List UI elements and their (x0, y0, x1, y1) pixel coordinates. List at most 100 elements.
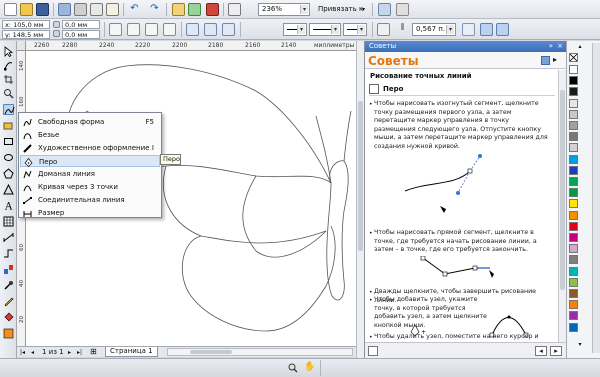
color-swatch[interactable] (569, 300, 578, 310)
polygon-tool-icon[interactable] (3, 168, 14, 179)
color-swatch[interactable] (569, 65, 578, 74)
open-folder-icon[interactable] (20, 3, 33, 16)
menu-item-dimension[interactable]: Размер (20, 207, 160, 219)
ruler-origin[interactable] (17, 41, 26, 51)
redo-icon[interactable]: ↷ (148, 3, 161, 16)
new-document-icon[interactable] (4, 3, 17, 16)
last-page-icon[interactable]: ▸| (77, 348, 82, 357)
color-swatch[interactable] (569, 154, 578, 164)
color-swatch[interactable] (569, 322, 578, 332)
menu-item-artistic-media[interactable]: Художественное оформление I (20, 142, 160, 154)
docker-header[interactable]: Советы » × (365, 41, 567, 52)
zoom-icon[interactable] (288, 363, 298, 373)
color-swatch[interactable] (569, 76, 578, 86)
cut-icon[interactable] (74, 3, 87, 16)
pick-tool-icon[interactable] (3, 46, 14, 58)
color-swatch[interactable] (569, 188, 578, 198)
color-swatch[interactable] (569, 109, 578, 119)
freehand-tool-icon[interactable] (3, 104, 15, 115)
docker-minimize-icon[interactable]: » (549, 41, 553, 52)
rectangle-tool-icon[interactable] (3, 136, 14, 147)
first-page-icon[interactable]: |◂ (20, 348, 25, 357)
import-file-icon[interactable] (172, 3, 185, 16)
menu-item-pen[interactable]: Перо (20, 155, 160, 167)
options-icon[interactable] (378, 3, 391, 16)
scroll-thumb[interactable] (358, 101, 363, 251)
color-swatch[interactable] (569, 221, 578, 231)
color-swatch[interactable] (569, 255, 578, 265)
forward-icon[interactable]: ▸ (550, 346, 562, 356)
color-swatch[interactable] (569, 289, 578, 298)
close-icon[interactable]: × (557, 41, 563, 52)
application-launcher-icon[interactable] (396, 3, 409, 16)
x-position-field[interactable]: x: 105,0 мм (2, 20, 50, 29)
eyedropper-tool-icon[interactable] (3, 280, 14, 291)
outline-width-combo[interactable]: 0,567 п. ▾ (412, 23, 456, 36)
snap-to-label[interactable]: Привязать к (318, 5, 363, 14)
scroll-thumb[interactable] (560, 90, 565, 290)
zoom-tool-icon[interactable] (3, 88, 14, 99)
menu-item-connector[interactable]: Соединительная линия (20, 194, 160, 206)
polyline-mode-icon[interactable] (186, 23, 199, 36)
docker-menu-icon[interactable]: ▸ (553, 55, 557, 64)
lock-ratio-icon[interactable] (109, 23, 122, 36)
help-book-icon[interactable] (541, 56, 550, 65)
rotation-icon[interactable] (127, 23, 140, 36)
export-icon[interactable] (188, 3, 201, 16)
color-swatch[interactable] (569, 210, 578, 220)
blend-tool-icon[interactable] (3, 264, 14, 275)
interactive-fill-tool-icon[interactable] (3, 328, 14, 339)
palette-scroll-up-icon[interactable]: ▴ (569, 43, 591, 51)
smart-fill-tool-icon[interactable] (3, 120, 14, 131)
docker-scrollbar[interactable] (558, 70, 566, 342)
undo-icon[interactable]: ↶ (128, 3, 141, 16)
end-arrow-chevron-down-icon[interactable]: ▾ (357, 25, 365, 34)
ellipse-tool-icon[interactable] (3, 152, 14, 163)
color-swatch[interactable] (569, 311, 578, 321)
page-tab[interactable]: Страница 1 (105, 347, 158, 357)
color-swatch[interactable] (569, 132, 578, 142)
vertical-scrollbar[interactable] (356, 41, 364, 358)
palette-scroll-down-icon[interactable]: ▾ (569, 341, 591, 349)
add-page-icon[interactable]: ⊞ (90, 347, 97, 356)
scroll-thumb[interactable] (190, 350, 232, 354)
back-icon[interactable]: ◂ (535, 346, 547, 356)
menu-item-polyline[interactable]: Доманая линия (20, 168, 160, 180)
closed-curve-icon[interactable] (377, 23, 390, 36)
no-color-swatch[interactable] (569, 53, 578, 62)
crop-tool-icon[interactable] (3, 74, 14, 85)
prev-page-icon[interactable]: ◂ (31, 348, 34, 357)
line-style-combo[interactable]: ▾ (309, 23, 341, 36)
auto-add-delete-icon[interactable] (496, 23, 509, 36)
fill-tool-icon[interactable] (3, 312, 14, 323)
color-swatch[interactable] (569, 143, 578, 153)
chevron-down-icon[interactable]: ▾ (300, 5, 308, 14)
color-swatch[interactable] (569, 98, 578, 108)
color-swatch[interactable] (569, 244, 578, 254)
menu-item-3-point-curve[interactable]: Кривая через 3 точки (20, 181, 160, 193)
table-tool-icon[interactable] (3, 216, 14, 227)
curve-mode-icon[interactable] (204, 23, 217, 36)
copy-icon[interactable] (90, 3, 103, 16)
outline-width-chevron-down-icon[interactable]: ▾ (446, 25, 454, 34)
color-swatch[interactable] (569, 233, 578, 242)
width-field[interactable]: 0,0 мм (62, 20, 100, 29)
line-style-chevron-down-icon[interactable]: ▾ (331, 25, 339, 34)
mirror-horizontal-icon[interactable] (145, 23, 158, 36)
import-icon[interactable] (58, 3, 71, 16)
zoom-level-combo[interactable]: 236% ▾ (258, 3, 310, 16)
paste-icon[interactable] (106, 3, 119, 16)
parallel-dimension-tool-icon[interactable] (3, 232, 14, 243)
horizontal-scrollbar[interactable] (167, 348, 353, 356)
color-swatch[interactable] (569, 199, 578, 209)
end-arrow-combo[interactable]: ▾ (343, 23, 367, 36)
app-launcher-icon[interactable] (228, 3, 241, 16)
hand-pan-icon[interactable]: ✋ (304, 362, 315, 372)
outline-pen-tool-icon[interactable] (3, 296, 14, 307)
menu-item-freehand[interactable]: Свободная форма F5 (20, 116, 160, 128)
start-arrow-combo[interactable]: ▾ (283, 23, 307, 36)
auto-close-icon[interactable] (462, 23, 475, 36)
basic-shapes-tool-icon[interactable] (3, 183, 14, 195)
horizontal-ruler[interactable]: 2260 2280 2240 2220 2200 2180 2160 2140 … (26, 41, 356, 51)
color-swatch[interactable] (569, 87, 578, 97)
